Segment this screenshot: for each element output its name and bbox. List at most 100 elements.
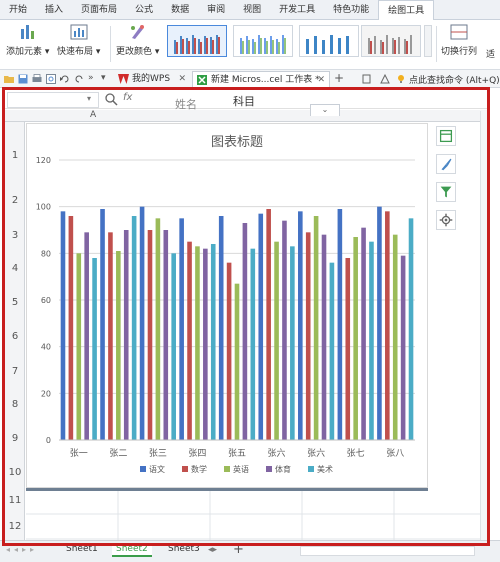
row-header[interactable]: 11: [5, 495, 25, 506]
undo-icon[interactable]: [60, 74, 70, 84]
chart-style-brush-icon[interactable]: [436, 154, 456, 174]
ribbon-tab-data[interactable]: 数据: [162, 0, 198, 20]
switch-row-col-icon: [450, 24, 468, 40]
row-header[interactable]: 4: [5, 263, 25, 274]
bar: [290, 246, 295, 440]
formula-bar: ▾ fx 科目: [5, 91, 487, 109]
bar: [250, 248, 256, 440]
tab-my-wps[interactable]: 我的WPS ✕: [114, 71, 190, 88]
sheet-tab-3[interactable]: Sheet3: [168, 544, 200, 554]
chart-style-thumb-icon: [174, 35, 220, 54]
ribbon-divider: [436, 26, 437, 62]
row-header[interactable]: 6: [5, 331, 25, 342]
ribbon-divider: [110, 26, 111, 62]
bar: [298, 211, 303, 440]
sheet-nav-arrows-icon[interactable]: ◂◂▸▸: [6, 545, 38, 554]
bar: [203, 248, 208, 440]
close-tab-icon[interactable]: ✕: [178, 71, 186, 87]
chart-style-1[interactable]: [167, 25, 227, 57]
add-sheet-button[interactable]: +: [233, 542, 244, 557]
zoom-magnifier-icon[interactable]: [105, 93, 118, 106]
folder-icon[interactable]: [4, 74, 14, 84]
row-header[interactable]: 12: [5, 521, 25, 532]
ribbon-tab-special[interactable]: 特色功能: [324, 0, 378, 20]
bar: [329, 262, 335, 440]
bar: [76, 253, 82, 440]
dropdown-arrow-icon[interactable]: ▾: [101, 73, 106, 83]
row-header[interactable]: 8: [5, 399, 25, 410]
row-header[interactable]: 2: [5, 195, 25, 206]
switch-row-col-label: 切换行列: [441, 47, 478, 57]
print-icon[interactable]: [32, 74, 42, 84]
formula-input[interactable]: 科目: [233, 93, 255, 109]
x-tick-label: 张六: [307, 447, 325, 459]
close-tab-icon[interactable]: ✕: [317, 72, 325, 88]
ribbon-tab-page-layout[interactable]: 页面布局: [72, 0, 126, 20]
redo-icon[interactable]: [74, 74, 84, 84]
chart-style-2[interactable]: [233, 25, 293, 57]
chart-settings-gear-icon[interactable]: [436, 210, 456, 230]
quick-layout-button[interactable]: 快速布局 ▾: [57, 23, 100, 57]
bar: [187, 241, 192, 440]
vertical-scrollbar[interactable]: [480, 111, 488, 541]
bar: [242, 223, 248, 440]
legend-label: 体育: [275, 464, 291, 474]
ribbon-tab-insert[interactable]: 插入: [36, 0, 72, 20]
chart-elements-icon[interactable]: [436, 126, 456, 146]
x-tick-label: 张三: [149, 448, 167, 459]
ribbon-tab-view[interactable]: 视图: [234, 0, 270, 20]
namebox-dropdown-icon[interactable]: ▾: [87, 94, 91, 103]
legend-label: 英语: [233, 464, 249, 474]
chart-collapse-handle[interactable]: ⌄: [310, 104, 340, 116]
ribbon-tab-formulas[interactable]: 公式: [126, 0, 162, 20]
bar: [392, 234, 398, 440]
style-gallery-scroll[interactable]: [424, 25, 432, 57]
row-header[interactable]: 5: [5, 297, 25, 308]
horizontal-scrollbar[interactable]: [300, 546, 475, 556]
add-element-button[interactable]: 添加元素 ▾: [6, 23, 49, 57]
row-header[interactable]: 9: [5, 433, 25, 444]
switch-row-col-button[interactable]: 切换行列: [441, 23, 477, 57]
chart-style-4[interactable]: [361, 25, 421, 57]
bar: [155, 218, 161, 440]
row-header[interactable]: 1: [5, 150, 25, 161]
command-search[interactable]: 点此查找命令 (Alt+Q): [409, 73, 500, 86]
y-tick-label: 20: [41, 389, 51, 398]
ribbon-partial-button[interactable]: 适: [486, 47, 495, 60]
sheet-tab-2[interactable]: Sheet2: [112, 544, 152, 557]
sheet-tab-bar: ◂◂▸▸ Sheet1 Sheet2 Sheet3 ◂▸ +: [0, 540, 500, 562]
ribbon-tab-review[interactable]: 审阅: [198, 0, 234, 20]
column-header-a[interactable]: A: [90, 110, 96, 120]
row-header[interactable]: 3: [5, 230, 25, 241]
cloud-sync-icon[interactable]: [362, 74, 372, 84]
new-tab-button[interactable]: +: [334, 71, 344, 85]
ribbon-tab-drawing-tools[interactable]: 绘图工具: [378, 0, 435, 20]
y-tick-label: 0: [46, 436, 51, 445]
preview-icon[interactable]: [46, 74, 56, 84]
tab-new-workbook[interactable]: 新建 Micros...cel 工作表 * ✕: [192, 71, 330, 88]
chart-style-3[interactable]: [299, 25, 359, 57]
sheet-tab-1[interactable]: Sheet1: [66, 544, 98, 554]
row-header[interactable]: 10: [5, 467, 25, 478]
legend-swatch: [140, 466, 146, 472]
row-header[interactable]: 7: [5, 366, 25, 377]
x-tick-label: 张一: [70, 448, 88, 459]
chart-area[interactable]: 图表标题 0 20 40 60 80 100 120 张一 张二 张三 张四 张五 张六 张六 张七 张八 语文 数…: [26, 123, 428, 488]
bar: [131, 216, 137, 440]
bar: [108, 232, 113, 440]
sheet-prev-icon[interactable]: ◂▸: [208, 545, 217, 555]
fx-icon[interactable]: fx: [123, 92, 132, 103]
chart-filter-icon[interactable]: [436, 182, 456, 202]
ribbon-tab-developer[interactable]: 开发工具: [270, 0, 324, 20]
name-box[interactable]: [7, 92, 99, 108]
ribbon-tab-home[interactable]: 开始: [0, 0, 36, 20]
bar: [60, 211, 66, 440]
change-color-label: 更改颜色: [116, 47, 153, 57]
share-icon[interactable]: [380, 74, 390, 84]
save-icon[interactable]: [18, 74, 28, 84]
more-commands-icon[interactable]: »: [88, 73, 94, 83]
change-color-button[interactable]: 更改颜色 ▾: [116, 23, 159, 57]
bar: [361, 227, 366, 440]
x-tick-label: 张二: [109, 448, 127, 459]
chart-side-toolbar: [436, 126, 456, 238]
